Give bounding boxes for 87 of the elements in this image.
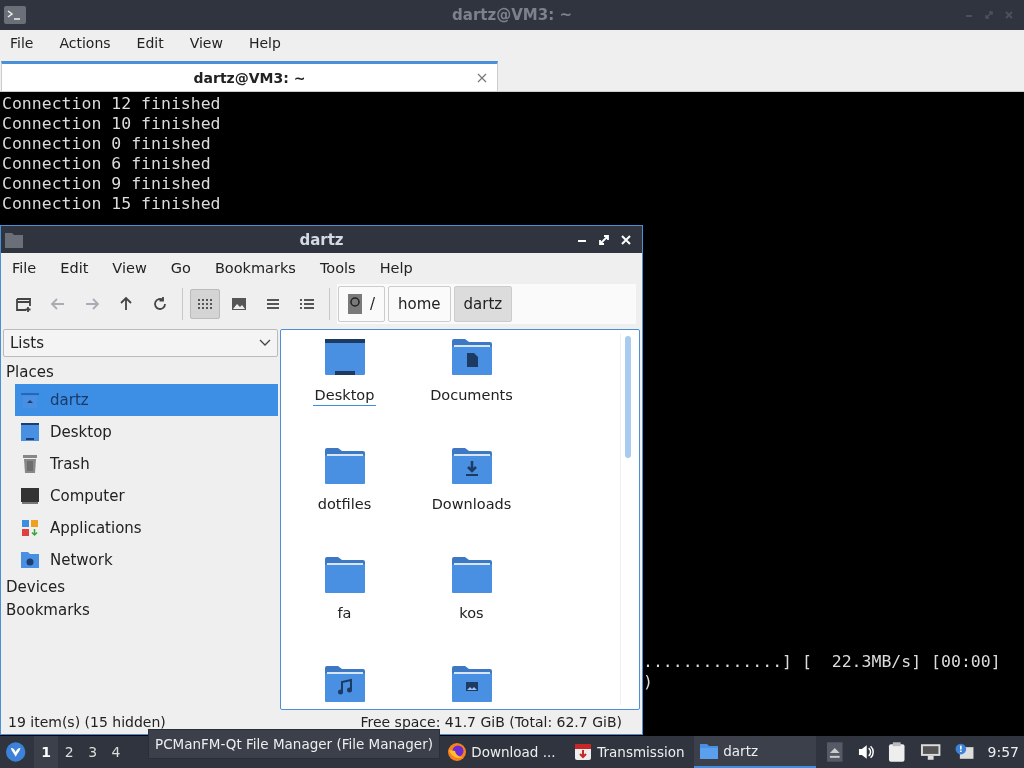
file-name: kos (458, 605, 485, 623)
side-pane-dropdown[interactable]: Lists (3, 329, 278, 357)
taskbar-button[interactable]: Transmission (568, 736, 691, 768)
folder-entry[interactable]: dotfiles (281, 446, 408, 555)
picture-folder-icon (451, 664, 492, 704)
sidebar-item[interactable]: Network (15, 544, 278, 576)
file-name: dotfiles (316, 496, 373, 514)
file-name: Documents (429, 387, 514, 405)
start-menu-icon[interactable] (5, 741, 27, 763)
sidebar-section[interactable]: Devices (3, 576, 278, 599)
file-name: Downloads (430, 496, 513, 514)
menu-item[interactable]: Edit (136, 35, 164, 51)
terminal-line: ..............] [ 22.3MB/s] [00:00] (643, 652, 1001, 672)
file-name: fa (336, 605, 353, 623)
tab-label: dartz@VM3: ~ (193, 69, 306, 86)
menu-item[interactable]: Bookmarks (214, 260, 296, 276)
taskbar-button[interactable]: dartz (694, 736, 817, 768)
desktop-folder-icon (324, 337, 365, 377)
apps-icon (20, 518, 40, 538)
taskbar-button[interactable]: Download ... (442, 736, 565, 768)
menu-item[interactable]: View (189, 35, 223, 51)
desktop-icon (20, 422, 40, 442)
folder-icon (699, 741, 720, 761)
workspace-button[interactable]: 3 (81, 736, 105, 768)
status-text: Free space: 41.7 GiB (Total: 62.7 GiB) (360, 714, 622, 730)
sidebar-section[interactable]: Bookmarks (3, 599, 278, 622)
clipboard-icon[interactable] (888, 741, 906, 763)
terminal-line: Connection 9 finished (2, 174, 212, 194)
sidebar-item[interactable]: Applications (15, 512, 278, 544)
folder-entry[interactable]: Desktop (281, 337, 408, 446)
trash-icon (20, 454, 40, 474)
notification-icon[interactable] (955, 743, 975, 761)
terminal-tab[interactable]: dartz@VM3: ~ (1, 61, 498, 91)
sidebar-section[interactable]: Places (3, 361, 278, 384)
folder-icon (451, 555, 492, 595)
menu-item[interactable]: Edit (60, 260, 89, 276)
home-icon (20, 390, 40, 410)
status-text: 19 item(s) (15 hidden) (8, 714, 166, 730)
folder-icon (324, 555, 365, 595)
terminal-line: Connection 0 finished (2, 134, 212, 154)
network-icon[interactable] (919, 743, 942, 761)
workspace-button[interactable]: 1 (34, 736, 58, 768)
menu-item[interactable]: Actions (59, 35, 111, 51)
folder-entry[interactable]: fa (281, 555, 408, 664)
terminal-line: ) (643, 672, 654, 692)
computer-icon (20, 486, 40, 506)
path-button[interactable]: home (388, 286, 451, 322)
sidebar-item[interactable]: Trash (15, 448, 278, 480)
music-folder-icon (324, 664, 365, 704)
drive-icon (348, 294, 362, 314)
document-folder-icon (451, 337, 492, 377)
scrollbar-thumb[interactable] (625, 336, 631, 458)
menu-item[interactable]: File (10, 35, 34, 51)
sidebar-item[interactable]: Computer (15, 480, 278, 512)
menu-item[interactable]: Help (248, 35, 281, 51)
terminal-line: Connection 10 finished (2, 114, 222, 134)
network-folder-icon (20, 550, 40, 570)
menu-item[interactable]: Go (170, 260, 191, 276)
icon-view-icon[interactable] (190, 289, 220, 319)
path-button[interactable]: / (338, 286, 386, 322)
menu-item[interactable]: Help (379, 260, 413, 276)
sidebar-item[interactable]: Desktop (15, 416, 278, 448)
window-title: dartz (299, 230, 344, 249)
workspace-button[interactable]: 2 (57, 736, 81, 768)
path-button[interactable]: dartz (453, 286, 513, 322)
folder-entry[interactable]: kos (408, 555, 535, 664)
folder-icon (5, 231, 23, 248)
window-title: dartz@VM3: ~ (452, 6, 572, 24)
workspace-button[interactable]: 4 (104, 736, 128, 768)
folder-icon (324, 446, 365, 486)
menu-item[interactable]: View (112, 260, 147, 276)
terminal-icon (4, 6, 26, 24)
chevron-down-icon (259, 339, 271, 347)
menu-item[interactable]: Tools (319, 260, 356, 276)
torrent-icon (573, 742, 594, 762)
volume-icon[interactable] (856, 743, 875, 761)
download-folder-icon (451, 446, 492, 486)
folder-entry[interactable]: Downloads (408, 446, 535, 555)
tooltip: PCManFM-Qt File Manager (File Manager) (148, 729, 440, 759)
file-name: Desktop (312, 387, 377, 406)
folder-entry[interactable]: Documents (408, 337, 535, 446)
browser-icon (447, 742, 468, 762)
terminal-line: Connection 15 finished (2, 194, 222, 214)
clock: 9:57 (987, 744, 1019, 760)
terminal-line: Connection 6 finished (2, 154, 212, 174)
terminal-line: Connection 12 finished (2, 94, 222, 114)
menu-item[interactable]: File (12, 260, 37, 276)
